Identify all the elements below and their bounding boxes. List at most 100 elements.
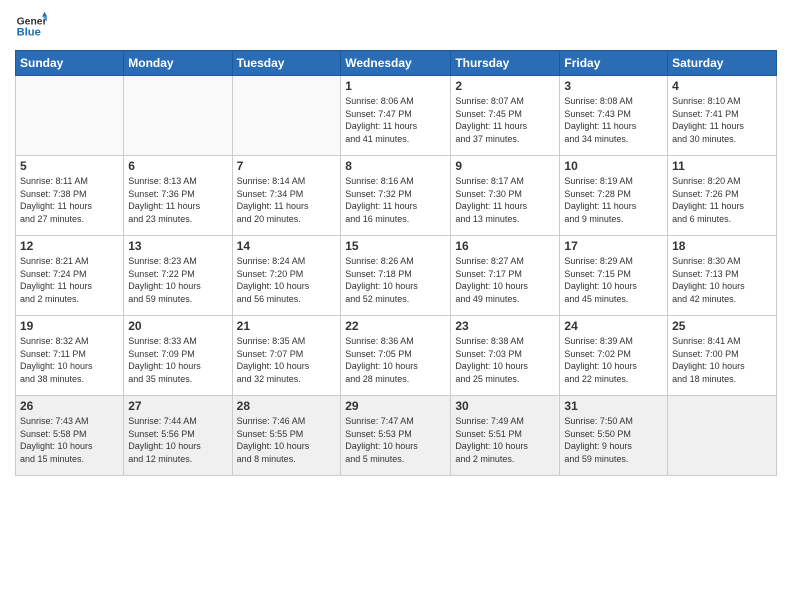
day-number: 29 — [345, 399, 446, 413]
day-number: 24 — [564, 319, 663, 333]
logo: General Blue — [15, 10, 47, 42]
day-number: 31 — [564, 399, 663, 413]
day-info: Sunrise: 8:33 AM Sunset: 7:09 PM Dayligh… — [128, 335, 227, 385]
day-info: Sunrise: 8:10 AM Sunset: 7:41 PM Dayligh… — [672, 95, 772, 145]
day-number: 9 — [455, 159, 555, 173]
day-number: 2 — [455, 79, 555, 93]
calendar-cell: 14 Sunrise: 8:24 AM Sunset: 7:20 PM Dayli… — [232, 236, 341, 316]
day-number: 3 — [564, 79, 663, 93]
calendar-cell: 1 Sunrise: 8:06 AM Sunset: 7:47 PM Daylig… — [341, 76, 451, 156]
day-number: 14 — [237, 239, 337, 253]
calendar-cell: 26 Sunrise: 7:43 AM Sunset: 5:58 PM Dayli… — [16, 396, 124, 476]
day-info: Sunrise: 8:14 AM Sunset: 7:34 PM Dayligh… — [237, 175, 337, 225]
calendar-cell: 12Sunrise: 8:21 AM Sunset: 7:24 PM Dayli… — [16, 236, 124, 316]
day-info: Sunrise: 8:36 AM Sunset: 7:05 PM Dayligh… — [345, 335, 446, 385]
calendar-cell: 13 Sunrise: 8:23 AM Sunset: 7:22 PM Dayli… — [124, 236, 232, 316]
day-number: 23 — [455, 319, 555, 333]
day-number: 20 — [128, 319, 227, 333]
day-info: Sunrise: 8:41 AM Sunset: 7:00 PM Dayligh… — [672, 335, 772, 385]
calendar-cell: 7 Sunrise: 8:14 AM Sunset: 7:34 PM Daylig… — [232, 156, 341, 236]
day-info: Sunrise: 8:07 AM Sunset: 7:45 PM Dayligh… — [455, 95, 555, 145]
calendar-cell: 25 Sunrise: 8:41 AM Sunset: 7:00 PM Dayli… — [668, 316, 777, 396]
calendar-cell: 18 Sunrise: 8:30 AM Sunset: 7:13 PM Dayli… — [668, 236, 777, 316]
weekday-header-thursday: Thursday — [451, 51, 560, 76]
day-number: 6 — [128, 159, 227, 173]
day-info: Sunrise: 8:08 AM Sunset: 7:43 PM Dayligh… — [564, 95, 663, 145]
weekday-header-sunday: Sunday — [16, 51, 124, 76]
calendar-cell: 28Sunrise: 7:46 AM Sunset: 5:55 PM Dayli… — [232, 396, 341, 476]
day-info: Sunrise: 8:39 AM Sunset: 7:02 PM Dayligh… — [564, 335, 663, 385]
day-info: Sunrise: 8:16 AM Sunset: 7:32 PM Dayligh… — [345, 175, 446, 225]
day-number: 17 — [564, 239, 663, 253]
day-info: Sunrise: 7:43 AM Sunset: 5:58 PM Dayligh… — [20, 415, 119, 465]
calendar-cell: 19 Sunrise: 8:32 AM Sunset: 7:11 PM Dayli… — [16, 316, 124, 396]
calendar-cell: 3 Sunrise: 8:08 AM Sunset: 7:43 PM Daylig… — [560, 76, 668, 156]
calendar-cell — [232, 76, 341, 156]
week-row-2: 12Sunrise: 8:21 AM Sunset: 7:24 PM Dayli… — [16, 236, 777, 316]
calendar-cell: 23 Sunrise: 8:38 AM Sunset: 7:03 PM Dayli… — [451, 316, 560, 396]
calendar-cell: 5 Sunrise: 8:11 AM Sunset: 7:38 PM Daylig… — [16, 156, 124, 236]
svg-text:Blue: Blue — [17, 27, 41, 39]
week-row-3: 19 Sunrise: 8:32 AM Sunset: 7:11 PM Dayli… — [16, 316, 777, 396]
week-row-0: 1 Sunrise: 8:06 AM Sunset: 7:47 PM Daylig… — [16, 76, 777, 156]
weekday-header-wednesday: Wednesday — [341, 51, 451, 76]
day-number: 13 — [128, 239, 227, 253]
calendar-cell: 31 Sunrise: 7:50 AM Sunset: 5:50 PM Dayli… — [560, 396, 668, 476]
weekday-header-friday: Friday — [560, 51, 668, 76]
weekday-header-tuesday: Tuesday — [232, 51, 341, 76]
day-number: 7 — [237, 159, 337, 173]
day-number: 25 — [672, 319, 772, 333]
day-number: 21 — [237, 319, 337, 333]
day-info: Sunrise: 8:30 AM Sunset: 7:13 PM Dayligh… — [672, 255, 772, 305]
calendar-table: SundayMondayTuesdayWednesdayThursdayFrid… — [15, 50, 777, 476]
day-number: 11 — [672, 159, 772, 173]
day-number: 26 — [20, 399, 119, 413]
calendar-cell: 6Sunrise: 8:13 AM Sunset: 7:36 PM Daylig… — [124, 156, 232, 236]
day-info: Sunrise: 8:35 AM Sunset: 7:07 PM Dayligh… — [237, 335, 337, 385]
day-info: Sunrise: 7:44 AM Sunset: 5:56 PM Dayligh… — [128, 415, 227, 465]
header: General Blue — [15, 10, 777, 42]
calendar-cell — [16, 76, 124, 156]
day-number: 27 — [128, 399, 227, 413]
day-info: Sunrise: 7:47 AM Sunset: 5:53 PM Dayligh… — [345, 415, 446, 465]
day-number: 8 — [345, 159, 446, 173]
calendar-cell: 9Sunrise: 8:17 AM Sunset: 7:30 PM Daylig… — [451, 156, 560, 236]
day-number: 5 — [20, 159, 119, 173]
calendar-cell: 11 Sunrise: 8:20 AM Sunset: 7:26 PM Dayli… — [668, 156, 777, 236]
day-number: 15 — [345, 239, 446, 253]
weekday-header-row: SundayMondayTuesdayWednesdayThursdayFrid… — [16, 51, 777, 76]
calendar-page: General Blue SundayMondayTuesdayWednesda… — [0, 0, 792, 612]
day-info: Sunrise: 8:24 AM Sunset: 7:20 PM Dayligh… — [237, 255, 337, 305]
day-info: Sunrise: 8:38 AM Sunset: 7:03 PM Dayligh… — [455, 335, 555, 385]
calendar-cell: 16Sunrise: 8:27 AM Sunset: 7:17 PM Dayli… — [451, 236, 560, 316]
day-info: Sunrise: 8:19 AM Sunset: 7:28 PM Dayligh… — [564, 175, 663, 225]
week-row-1: 5 Sunrise: 8:11 AM Sunset: 7:38 PM Daylig… — [16, 156, 777, 236]
calendar-cell: 2 Sunrise: 8:07 AM Sunset: 7:45 PM Daylig… — [451, 76, 560, 156]
logo-icon: General Blue — [15, 10, 47, 42]
week-row-4: 26 Sunrise: 7:43 AM Sunset: 5:58 PM Dayli… — [16, 396, 777, 476]
day-number: 4 — [672, 79, 772, 93]
calendar-cell — [124, 76, 232, 156]
day-number: 18 — [672, 239, 772, 253]
day-number: 1 — [345, 79, 446, 93]
calendar-cell: 30Sunrise: 7:49 AM Sunset: 5:51 PM Dayli… — [451, 396, 560, 476]
weekday-header-saturday: Saturday — [668, 51, 777, 76]
calendar-cell: 8 Sunrise: 8:16 AM Sunset: 7:32 PM Daylig… — [341, 156, 451, 236]
calendar-cell: 24 Sunrise: 8:39 AM Sunset: 7:02 PM Dayli… — [560, 316, 668, 396]
day-info: Sunrise: 8:29 AM Sunset: 7:15 PM Dayligh… — [564, 255, 663, 305]
calendar-cell: 27 Sunrise: 7:44 AM Sunset: 5:56 PM Dayli… — [124, 396, 232, 476]
day-info: Sunrise: 8:23 AM Sunset: 7:22 PM Dayligh… — [128, 255, 227, 305]
calendar-cell: 21 Sunrise: 8:35 AM Sunset: 7:07 PM Dayli… — [232, 316, 341, 396]
calendar-cell: 22Sunrise: 8:36 AM Sunset: 7:05 PM Dayli… — [341, 316, 451, 396]
calendar-cell — [668, 396, 777, 476]
day-info: Sunrise: 8:06 AM Sunset: 7:47 PM Dayligh… — [345, 95, 446, 145]
day-info: Sunrise: 8:32 AM Sunset: 7:11 PM Dayligh… — [20, 335, 119, 385]
weekday-header-monday: Monday — [124, 51, 232, 76]
day-info: Sunrise: 8:20 AM Sunset: 7:26 PM Dayligh… — [672, 175, 772, 225]
calendar-cell: 15Sunrise: 8:26 AM Sunset: 7:18 PM Dayli… — [341, 236, 451, 316]
day-info: Sunrise: 8:27 AM Sunset: 7:17 PM Dayligh… — [455, 255, 555, 305]
day-info: Sunrise: 7:50 AM Sunset: 5:50 PM Dayligh… — [564, 415, 663, 465]
svg-text:General: General — [17, 16, 47, 27]
day-info: Sunrise: 8:11 AM Sunset: 7:38 PM Dayligh… — [20, 175, 119, 225]
day-number: 19 — [20, 319, 119, 333]
